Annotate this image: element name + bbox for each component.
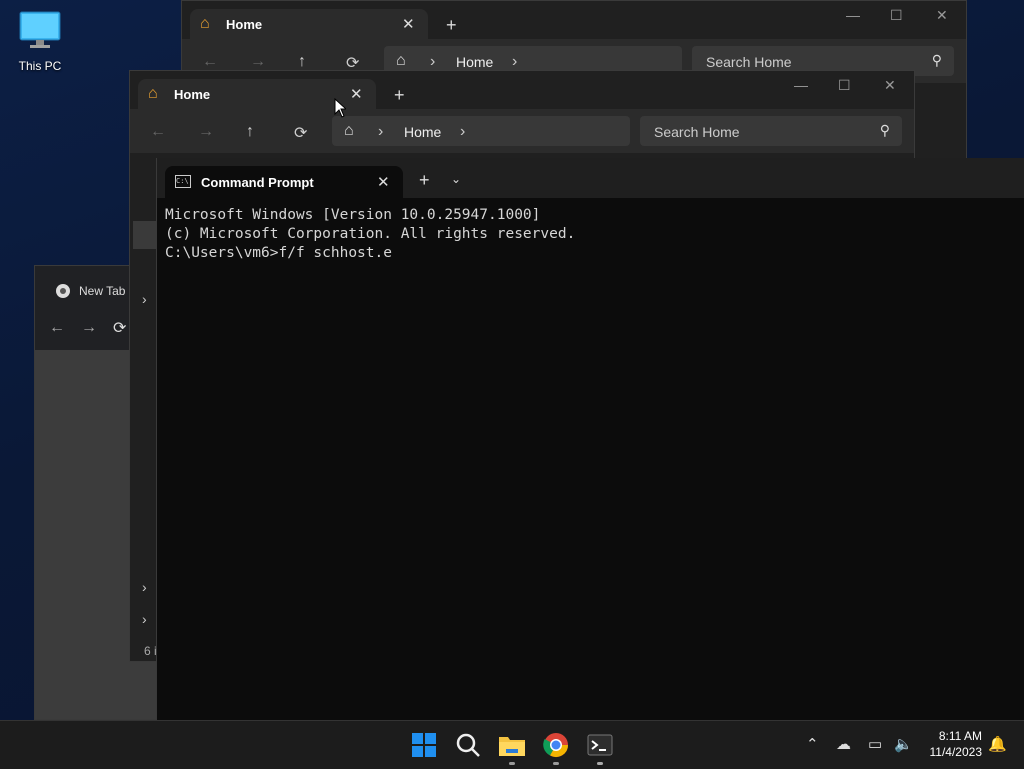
search-icon: ⚲ <box>931 52 942 68</box>
taskbar-file-explorer[interactable] <box>496 729 528 765</box>
new-tab-icon[interactable]: + <box>394 85 405 106</box>
back-icon[interactable]: ← <box>150 123 166 141</box>
console-output[interactable]: Microsoft Windows [Version 10.0.25947.10… <box>165 206 575 263</box>
minimize-icon[interactable]: — <box>846 7 860 23</box>
forward-icon[interactable]: → <box>250 53 266 71</box>
taskbar-search-button[interactable] <box>452 729 484 761</box>
terminal-window[interactable]: C:\ Command Prompt ✕ + ⌄ Microsoft Windo… <box>156 158 1024 720</box>
running-indicator <box>509 762 515 765</box>
home-icon: ⌂ <box>148 85 158 102</box>
clock-date: 11/4/2023 <box>929 745 983 759</box>
home-icon: ⌂ <box>344 122 354 139</box>
search-placeholder: Search Home <box>654 124 740 140</box>
chevron-right-icon: › <box>460 123 466 140</box>
monitor-icon <box>19 11 61 48</box>
home-icon: ⌂ <box>200 15 210 32</box>
close-tab-icon[interactable]: ✕ <box>402 15 415 33</box>
close-window-icon[interactable]: ✕ <box>884 77 896 94</box>
chrome-tab-icon <box>56 284 70 298</box>
up-icon[interactable]: ↑ <box>298 53 306 71</box>
chevron-down-icon[interactable]: ⌄ <box>451 172 461 186</box>
close-tab-icon[interactable]: ✕ <box>377 173 390 191</box>
tab-title: Command Prompt <box>201 175 314 190</box>
chevron-right-icon: › <box>430 53 436 70</box>
taskbar: ⌃ ☁ ▭ 🔈 8:11 AM 11/4/2023 🔔 <box>0 720 1024 769</box>
clock[interactable]: 8:11 AM 11/4/2023 <box>930 728 983 760</box>
this-pc-desktop-icon[interactable]: This PC <box>12 10 68 73</box>
notification-bell-icon[interactable]: 🔔 <box>988 735 1007 753</box>
chrome-reload-icon[interactable]: ⟳ <box>113 318 126 338</box>
new-tab-icon[interactable]: + <box>446 15 457 36</box>
search-icon <box>456 733 480 757</box>
tab-title: Home <box>226 17 263 32</box>
nav-bar: ← → ↑ ⟳ ⌂ › Home › Search Home ⚲ <box>130 109 914 153</box>
network-icon[interactable]: ▭ <box>868 735 882 753</box>
breadcrumb-home[interactable]: Home <box>456 54 493 70</box>
chrome-tab-title[interactable]: New Tab <box>79 284 125 298</box>
clock-time: 8:11 AM <box>938 729 982 743</box>
search-icon: ⚲ <box>879 122 890 138</box>
onedrive-offline-icon[interactable]: ☁ <box>836 735 851 753</box>
chevron-right-icon: › <box>378 123 384 140</box>
maximize-icon[interactable]: ☐ <box>890 7 903 24</box>
taskbar-chrome[interactable] <box>540 729 572 765</box>
title-bar[interactable]: C:\ Command Prompt ✕ + ⌄ <box>157 158 1024 198</box>
explorer-tab[interactable]: ⌂ Home ✕ <box>190 9 428 39</box>
up-icon[interactable]: ↑ <box>246 123 254 141</box>
desktop-icon-label: This PC <box>18 59 62 73</box>
sidebar-selected-item[interactable] <box>133 221 157 249</box>
chrome-forward-icon[interactable]: → <box>81 319 97 337</box>
start-button[interactable] <box>408 729 440 761</box>
chevron-right-icon: › <box>512 53 518 70</box>
close-tab-icon[interactable]: ✕ <box>350 85 363 103</box>
running-indicator <box>553 762 559 765</box>
chevron-right-icon[interactable]: › <box>142 291 147 307</box>
title-bar[interactable]: ⌂ Home ✕ + — ☐ ✕ <box>182 1 966 39</box>
cmd-tab[interactable]: C:\ Command Prompt ✕ <box>165 166 403 198</box>
chevron-right-icon[interactable]: › <box>142 579 147 595</box>
new-tab-icon[interactable]: + <box>419 170 430 191</box>
console-line: (c) Microsoft Corporation. All rights re… <box>165 226 576 242</box>
start-icon <box>412 733 436 757</box>
refresh-icon[interactable]: ⟳ <box>294 123 307 143</box>
address-bar[interactable]: ⌂ › Home › <box>332 116 630 146</box>
terminal-icon <box>587 734 613 756</box>
file-explorer-icon <box>499 737 525 756</box>
maximize-icon[interactable]: ☐ <box>838 77 851 94</box>
running-indicator <box>597 762 603 765</box>
cmd-icon: C:\ <box>175 175 191 188</box>
minimize-icon[interactable]: — <box>794 77 808 93</box>
close-window-icon[interactable]: ✕ <box>936 7 948 24</box>
status-bar-text: 6 i <box>144 644 157 658</box>
console-prompt-line: C:\Users\vm6>f/f schhost.e <box>165 245 392 261</box>
chevron-right-icon[interactable]: › <box>142 611 147 627</box>
breadcrumb-home[interactable]: Home <box>404 124 441 140</box>
volume-muted-icon[interactable]: 🔈 <box>894 735 913 753</box>
back-icon[interactable]: ← <box>202 53 218 71</box>
chrome-back-icon[interactable]: ← <box>49 319 65 337</box>
title-bar[interactable]: ⌂ Home ✕ + — ☐ ✕ <box>130 71 914 109</box>
taskbar-terminal[interactable] <box>584 729 616 765</box>
forward-icon[interactable]: → <box>198 123 214 141</box>
desktop: This PC New Tab ← → ⟳ ⌂ Home ✕ + — ☐ ✕ ←… <box>0 0 1024 720</box>
chevron-up-icon[interactable]: ⌃ <box>806 735 819 753</box>
search-placeholder: Search Home <box>706 54 792 70</box>
tab-title: Home <box>174 87 211 102</box>
search-box[interactable]: Search Home ⚲ <box>640 116 902 146</box>
chrome-icon <box>543 733 568 758</box>
home-icon: ⌂ <box>396 52 406 69</box>
console-line: Microsoft Windows [Version 10.0.25947.10… <box>165 207 541 223</box>
mouse-cursor-icon <box>334 98 346 118</box>
